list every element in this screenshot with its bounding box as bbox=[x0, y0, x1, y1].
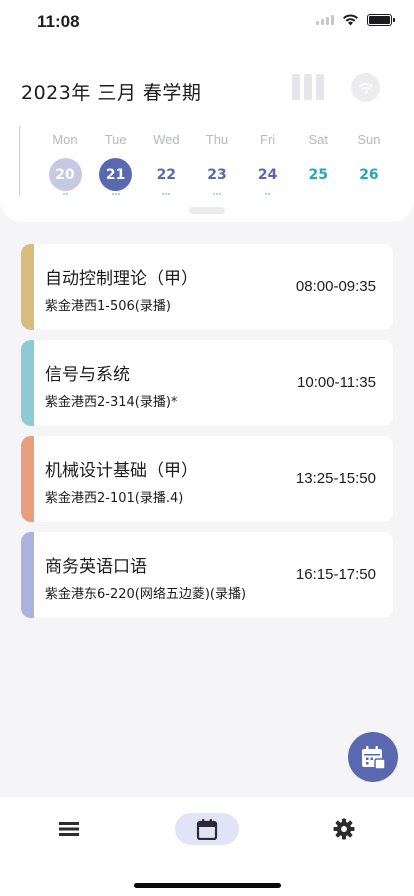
day-name: Sun bbox=[357, 132, 381, 147]
day-name: Fri bbox=[260, 132, 276, 147]
day-sun[interactable]: Sun 26 bbox=[344, 132, 394, 197]
signal-icon bbox=[316, 15, 334, 25]
sync-button[interactable] bbox=[351, 73, 380, 102]
course-dot bbox=[117, 193, 120, 195]
course-time: 10:00-11:35 bbox=[297, 374, 376, 391]
day-number: 24 bbox=[257, 166, 278, 183]
day-fri[interactable]: Fri 24 bbox=[243, 132, 293, 197]
week-divider bbox=[19, 126, 20, 196]
day-course-dots bbox=[212, 193, 221, 197]
course-time: 08:00-09:35 bbox=[295, 278, 376, 295]
calendar-add-icon bbox=[362, 746, 386, 770]
course-dot bbox=[65, 193, 68, 195]
course-color-bar bbox=[21, 436, 34, 522]
day-number: 26 bbox=[359, 166, 379, 183]
week-strip: Mon 20 Tue 21 Wed 22 Thu 23 Fri 24 Sat 25 Sun 26 bbox=[40, 132, 394, 197]
course-dot bbox=[111, 193, 114, 195]
course-color-bar bbox=[21, 532, 34, 618]
course-dot bbox=[162, 193, 165, 195]
status-icons bbox=[316, 14, 395, 26]
column-icon bbox=[292, 74, 300, 100]
day-course-dots bbox=[162, 193, 171, 197]
course-dot bbox=[165, 193, 168, 195]
wifi-sync-icon bbox=[358, 82, 373, 94]
tab-list[interactable] bbox=[37, 813, 101, 845]
course-card[interactable]: 信号与系统紫金港西2-314(录播)* 10:00-11:35 bbox=[21, 340, 393, 426]
course-dot bbox=[218, 193, 221, 195]
day-name: Thu bbox=[205, 132, 229, 147]
course-dot bbox=[114, 193, 117, 195]
day-number: 23 bbox=[207, 166, 227, 183]
course-card[interactable]: 自动控制理论（甲） 紫金港西1-506(录播) 08:00-09:35 bbox=[21, 244, 393, 330]
day-wed[interactable]: Wed 22 bbox=[141, 132, 191, 197]
term-title[interactable]: 2023年 三月 春学期 bbox=[21, 78, 201, 105]
course-dot bbox=[215, 193, 218, 195]
day-course-dots bbox=[62, 193, 68, 197]
course-color-bar bbox=[21, 244, 34, 330]
drag-handle[interactable] bbox=[189, 207, 225, 214]
course-name: 信号与系统 bbox=[45, 365, 130, 385]
tab-calendar[interactable] bbox=[175, 813, 239, 845]
column-icon bbox=[304, 74, 312, 100]
list-icon bbox=[59, 822, 79, 836]
day-number: 25 bbox=[308, 166, 329, 183]
course-room: 紫金港东6-220(网络五边菱)(录播) bbox=[45, 587, 247, 602]
course-name: 自动控制理论（甲） bbox=[45, 269, 198, 289]
day-thu[interactable]: Thu 23 bbox=[192, 132, 242, 197]
course-list: 自动控制理论（甲） 紫金港西1-506(录播) 08:00-09:35 信号与系统紫金… bbox=[21, 244, 393, 628]
day-name: Sat bbox=[308, 132, 329, 147]
tab-bar bbox=[0, 797, 414, 896]
day-name: Mon bbox=[52, 132, 78, 147]
tab-settings[interactable] bbox=[312, 813, 376, 845]
day-number: 21 bbox=[99, 158, 133, 191]
course-room: 紫金港西1-506(录播) bbox=[45, 299, 171, 314]
battery-icon bbox=[367, 14, 395, 26]
course-dot bbox=[62, 193, 65, 195]
week-header: 2023年 三月 春学期 Mon 20 Tue 21 Wed 22 Thu 23 Fri 24 Sa… bbox=[0, 46, 414, 222]
course-dot bbox=[268, 193, 271, 195]
status-bar: 11:08 bbox=[0, 0, 414, 46]
day-course-dots bbox=[265, 193, 271, 197]
day-name: Tue bbox=[104, 132, 127, 147]
course-time: 13:25-15:50 bbox=[295, 470, 376, 487]
course-card[interactable]: 机械设计基础（甲） 紫金港西2-101(录播.4) 13:25-15:50 bbox=[21, 436, 393, 522]
day-name: Wed bbox=[153, 132, 180, 147]
course-room: 紫金港西2-314(录播)* bbox=[45, 395, 178, 410]
calendar-icon bbox=[196, 819, 218, 840]
day-tue[interactable]: Tue 21 bbox=[91, 132, 141, 197]
day-mon[interactable]: Mon 20 bbox=[40, 132, 90, 197]
day-sat[interactable]: Sat 25 bbox=[293, 132, 343, 197]
column-icon bbox=[316, 74, 324, 100]
course-dot bbox=[212, 193, 215, 195]
course-room: 紫金港西2-101(录播.4) bbox=[45, 491, 184, 506]
course-dot bbox=[168, 193, 171, 195]
view-toggle-button[interactable] bbox=[292, 74, 324, 100]
course-name: 机械设计基础（甲） bbox=[45, 461, 198, 481]
add-schedule-button[interactable] bbox=[348, 732, 398, 782]
status-time: 11:08 bbox=[37, 12, 80, 31]
day-number: 22 bbox=[156, 166, 177, 183]
wifi-icon bbox=[343, 14, 358, 26]
course-name: 商务英语口语 bbox=[45, 557, 147, 577]
gear-icon bbox=[333, 818, 355, 840]
course-dot bbox=[265, 193, 268, 195]
course-time: 16:15-17:50 bbox=[295, 566, 376, 583]
course-card[interactable]: 商务英语口语紫金港东6-220(网络五边菱)(录播) 16:15-17:50 bbox=[21, 532, 393, 618]
day-number: 20 bbox=[48, 158, 82, 191]
home-indicator bbox=[134, 883, 281, 888]
day-course-dots bbox=[111, 193, 120, 197]
course-color-bar bbox=[21, 340, 34, 426]
